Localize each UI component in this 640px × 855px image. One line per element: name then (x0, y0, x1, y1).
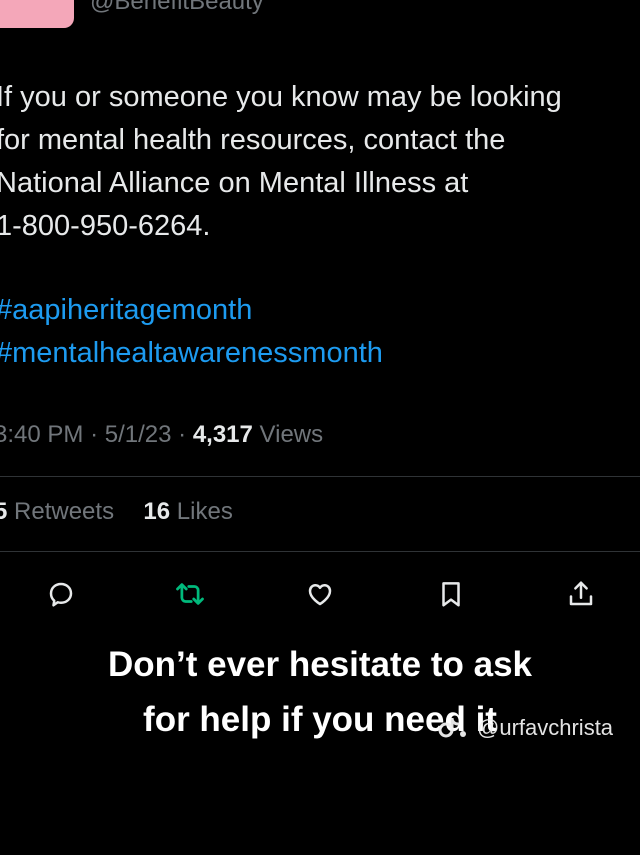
engagement-stats: 5 Retweets 16 Likes (0, 498, 233, 526)
hashtag-link[interactable]: #aapiheritagemonth (0, 289, 383, 332)
views-count: 4,317 (192, 421, 253, 448)
watermark-handle: @urfavchrista (477, 715, 614, 740)
separator-dot: · (178, 421, 187, 448)
tweet-time[interactable]: 3:40 PM (0, 421, 83, 448)
tiktok-logo-icon (438, 717, 466, 738)
hashtag-list: #aapiheritagemonth #mentalhealtawareness… (0, 289, 383, 375)
retweets-count: 5 (0, 498, 8, 525)
likes-label: Likes (176, 498, 233, 525)
tweet-text: If you or someone you know may be lookin… (0, 81, 562, 242)
views-label: Views (259, 421, 324, 448)
retweets-label: Retweets (14, 498, 115, 525)
tweet-date[interactable]: 5/1/23 (105, 421, 172, 448)
like-button[interactable] (302, 576, 338, 612)
divider (0, 551, 640, 552)
reply-button[interactable] (43, 576, 79, 612)
likes-count: 16 (143, 498, 171, 525)
share-icon (569, 581, 593, 606)
action-bar (0, 576, 640, 612)
avatar[interactable] (0, 0, 74, 28)
hashtag-link[interactable]: #mentalhealtawarenessmonth (0, 332, 383, 375)
bookmark-icon (442, 582, 460, 607)
retweet-icon (176, 583, 204, 605)
divider (0, 476, 640, 477)
likes-link[interactable]: 16 Likes (143, 498, 232, 525)
reply-icon (49, 582, 73, 607)
watermark: @urfavchrista (437, 714, 613, 742)
separator-dot: · (90, 421, 99, 448)
heart-icon (308, 584, 332, 606)
bookmark-button[interactable] (433, 576, 469, 612)
tweet-meta: 3:40 PM · 5/1/23 · 4,317 Views (0, 421, 323, 449)
caption-line: Don’t ever hesitate to ask (107, 645, 533, 684)
user-handle[interactable]: @BenefitBeauty (90, 0, 264, 16)
retweet-button[interactable] (172, 576, 208, 612)
share-button[interactable] (563, 576, 599, 612)
retweets-link[interactable]: 5 Retweets (0, 498, 121, 525)
